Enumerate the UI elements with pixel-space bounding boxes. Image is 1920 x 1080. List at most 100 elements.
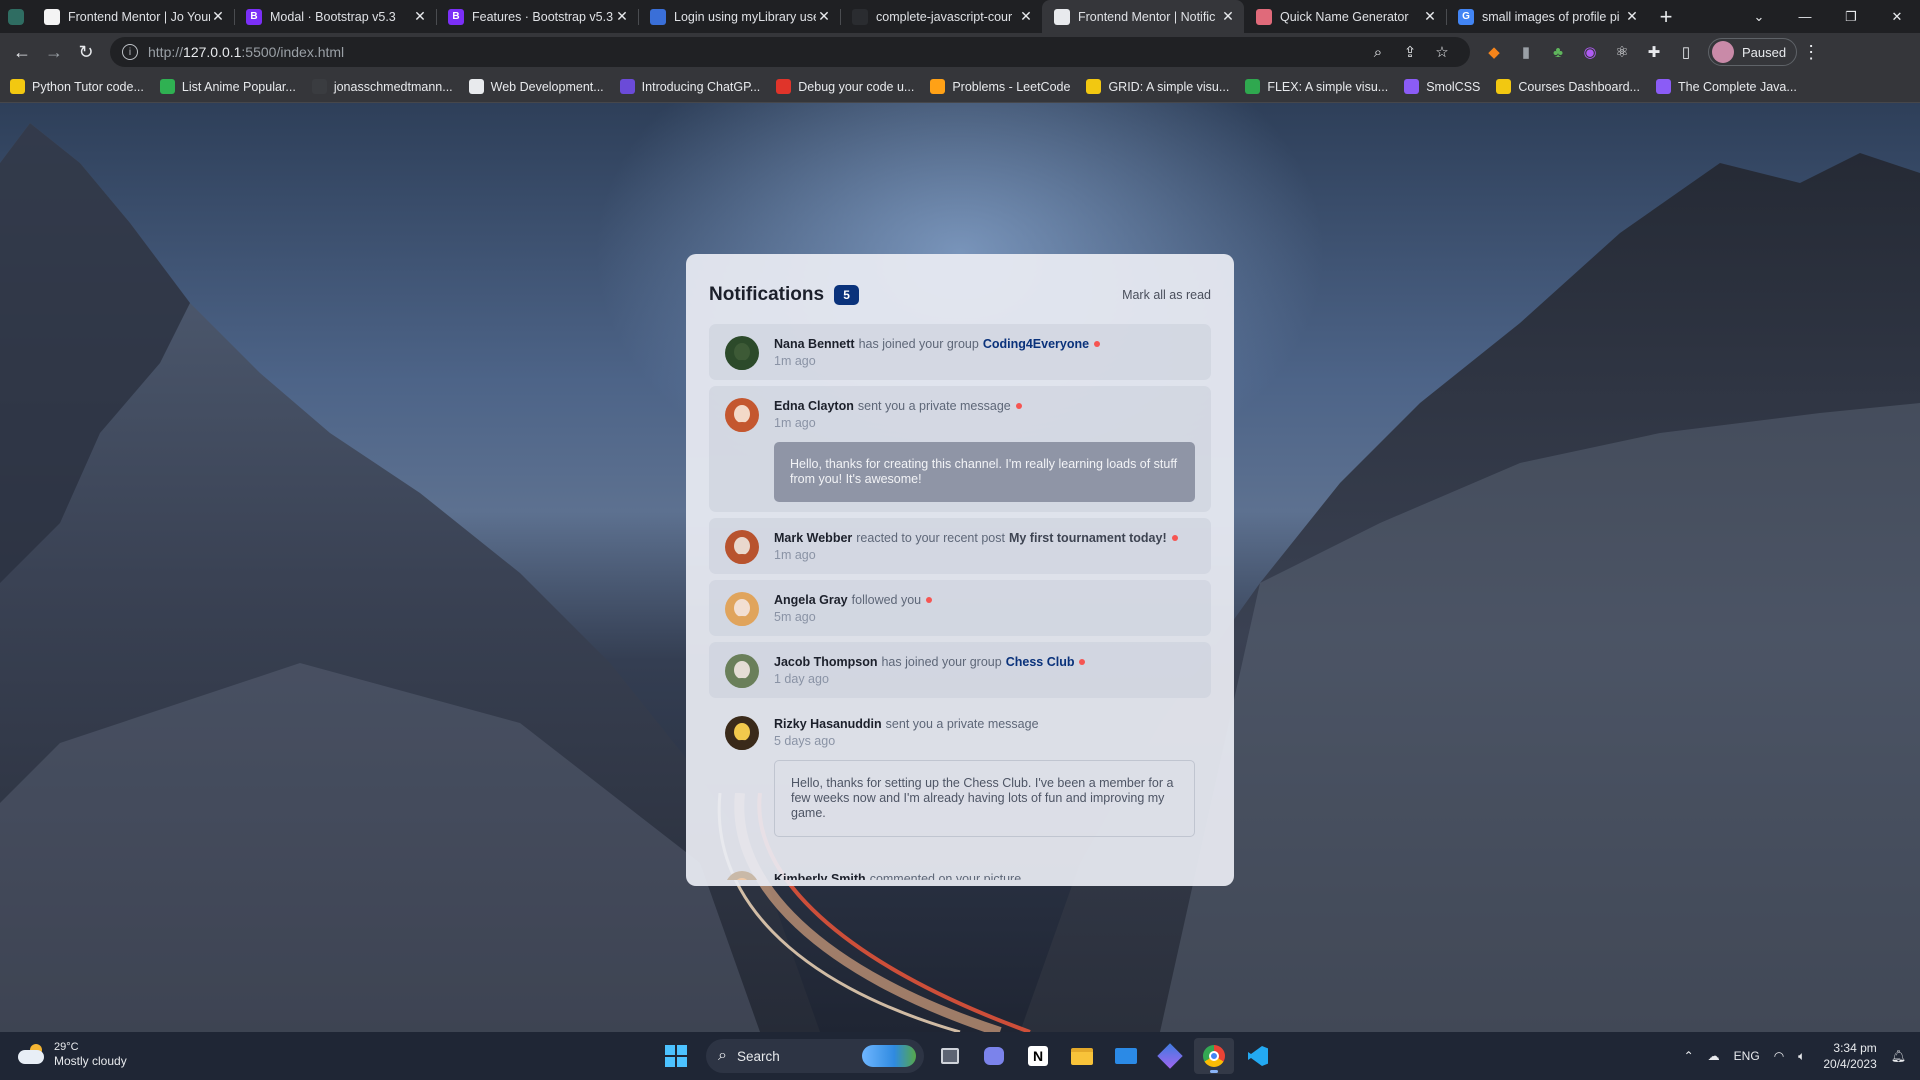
clock[interactable]: 3:34 pm 20/4/2023 bbox=[1823, 1040, 1876, 1072]
tab-close-icon[interactable]: ✕ bbox=[614, 8, 630, 25]
zoom-icon[interactable]: ⌕ bbox=[1362, 44, 1394, 61]
browser-tab[interactable]: Frontend Mentor | Jo Your ✕ bbox=[32, 0, 234, 33]
bookmark-item[interactable]: Problems - LeetCode bbox=[930, 79, 1070, 94]
react-devtools-icon[interactable]: ⚛ bbox=[1606, 37, 1638, 67]
task-view-icon[interactable] bbox=[930, 1038, 970, 1074]
bookmark-item[interactable]: FLEX: A simple visu... bbox=[1245, 79, 1388, 94]
bookmark-item[interactable]: GRID: A simple visu... bbox=[1086, 79, 1229, 94]
new-tab-button[interactable]: + bbox=[1648, 0, 1684, 33]
mark-all-read-button[interactable]: Mark all as read bbox=[1122, 288, 1211, 302]
tab-close-icon[interactable]: ✕ bbox=[1422, 8, 1438, 25]
close-window-button[interactable]: ✕ bbox=[1874, 0, 1920, 33]
volume-icon[interactable]: 🔈︎ bbox=[1798, 1049, 1805, 1064]
site-info-icon[interactable]: i bbox=[122, 44, 138, 60]
bookmark-item[interactable]: Debug your code u... bbox=[776, 79, 914, 94]
tab-list-icon[interactable]: ⌄ bbox=[1736, 0, 1782, 33]
file-explorer-icon[interactable] bbox=[1062, 1038, 1102, 1074]
forward-button[interactable]: → bbox=[38, 37, 70, 67]
language-indicator[interactable]: ENG bbox=[1734, 1049, 1760, 1063]
profile-button[interactable]: Paused bbox=[1708, 38, 1798, 66]
address-bar[interactable]: i http://127.0.0.1:5500/index.html ⌕ ⇪ ☆ bbox=[110, 37, 1470, 67]
notification-post-link[interactable]: My first tournament today! bbox=[1009, 531, 1167, 545]
bookmark-item[interactable]: Courses Dashboard... bbox=[1496, 79, 1640, 94]
bookmark-star-icon[interactable]: ☆ bbox=[1426, 43, 1458, 61]
notion-icon[interactable]: N bbox=[1018, 1038, 1058, 1074]
chrome-taskbar-icon[interactable] bbox=[1194, 1038, 1234, 1074]
browser-tab[interactable]: Gsmall images of profile pi ✕ bbox=[1446, 0, 1648, 33]
notification-user-name[interactable]: Nana Bennett bbox=[774, 337, 855, 351]
browser-menu-icon[interactable]: ⋮ bbox=[1797, 42, 1825, 63]
notification-item[interactable]: Nana Bennett has joined your group Coding4… bbox=[709, 324, 1211, 380]
browser-tab[interactable]: Quick Name Generator ✕ bbox=[1244, 0, 1446, 33]
metamask-extension-icon[interactable]: ◆ bbox=[1478, 37, 1510, 67]
extensions-puzzle-icon[interactable]: ✚ bbox=[1638, 37, 1670, 67]
private-message-preview[interactable]: Hello, thanks for setting up the Chess C… bbox=[774, 760, 1195, 837]
extension-icon[interactable]: ▮ bbox=[1510, 37, 1542, 67]
side-panel-icon[interactable]: ▯ bbox=[1670, 37, 1702, 67]
minimize-button[interactable]: — bbox=[1782, 0, 1828, 33]
notification-group-link[interactable]: Chess Club bbox=[1006, 655, 1075, 669]
notification-group-link[interactable]: Coding4Everyone bbox=[983, 337, 1089, 351]
tab-close-icon[interactable]: ✕ bbox=[1624, 8, 1640, 25]
user-avatar[interactable] bbox=[725, 592, 759, 626]
teams-chat-icon[interactable] bbox=[974, 1038, 1014, 1074]
user-avatar[interactable] bbox=[725, 716, 759, 750]
tab-close-icon[interactable]: ✕ bbox=[1018, 8, 1034, 25]
bookmark-item[interactable]: List Anime Popular... bbox=[159, 79, 296, 94]
power-automate-icon[interactable] bbox=[1150, 1038, 1190, 1074]
notification-bell-icon[interactable]: 🔔︎ bbox=[1891, 1049, 1906, 1063]
notification-time: 1m ago bbox=[774, 548, 816, 562]
notification-item[interactable]: Edna Clayton sent you a private message 1m… bbox=[709, 386, 1211, 512]
tab-close-icon[interactable]: ✕ bbox=[412, 8, 428, 25]
user-avatar[interactable] bbox=[725, 530, 759, 564]
user-avatar[interactable] bbox=[725, 654, 759, 688]
wifi-icon[interactable]: ◠ bbox=[1774, 1049, 1784, 1063]
user-avatar[interactable] bbox=[725, 871, 759, 880]
url-text[interactable]: http://127.0.0.1:5500/index.html bbox=[148, 44, 1362, 60]
notification-item[interactable]: Jacob Thompson has joined your group Chess… bbox=[709, 642, 1211, 698]
mail-icon[interactable] bbox=[1106, 1038, 1146, 1074]
notification-item[interactable]: Mark Webber reacted to your recent post My… bbox=[709, 518, 1211, 574]
notification-item[interactable]: Rizky Hasanuddin sent you a private messa… bbox=[709, 704, 1211, 853]
bookmark-item[interactable]: Web Development... bbox=[468, 79, 604, 94]
bookmark-item[interactable]: jonasschmedtmann... bbox=[311, 79, 453, 94]
browser-tab[interactable]: B Features · Bootstrap v5.3 ✕ bbox=[436, 0, 638, 33]
globe-extension-icon[interactable]: ◉ bbox=[1574, 37, 1606, 67]
back-button[interactable]: ← bbox=[6, 37, 38, 67]
notification-user-name[interactable]: Mark Webber bbox=[774, 531, 852, 545]
private-message-preview[interactable]: Hello, thanks for creating this channel.… bbox=[774, 442, 1195, 502]
bookmark-item[interactable]: Introducing ChatGP... bbox=[619, 79, 760, 94]
notification-user-name[interactable]: Edna Clayton bbox=[774, 399, 854, 413]
vscode-icon[interactable] bbox=[1238, 1038, 1278, 1074]
browser-tab[interactable]: Login using myLibrary use ✕ bbox=[638, 0, 840, 33]
bookmark-item[interactable]: Python Tutor code... bbox=[10, 79, 144, 94]
notification-user-name[interactable]: Angela Gray bbox=[774, 593, 848, 607]
onedrive-icon[interactable]: ☁ bbox=[1708, 1049, 1720, 1063]
user-avatar[interactable] bbox=[725, 336, 759, 370]
bookmark-item[interactable]: The Complete Java... bbox=[1655, 79, 1797, 94]
show-hidden-icons-icon[interactable]: ⌃ bbox=[1684, 1049, 1694, 1063]
notification-user-name[interactable]: Jacob Thompson bbox=[774, 655, 877, 669]
browser-tab[interactable]: complete-javascript-cour ✕ bbox=[840, 0, 1042, 33]
tab-close-icon[interactable]: ✕ bbox=[1220, 8, 1236, 25]
tab-close-icon[interactable]: ✕ bbox=[210, 8, 226, 25]
share-icon[interactable]: ⇪ bbox=[1394, 43, 1426, 61]
notification-time: 1m ago bbox=[774, 416, 816, 430]
url-path: :5500/index.html bbox=[241, 44, 345, 60]
notification-item[interactable]: Angela Gray followed you 5m ago bbox=[709, 580, 1211, 636]
browser-tab[interactable]: Frontend Mentor | Notific ✕ bbox=[1042, 0, 1244, 33]
tab-search-button[interactable] bbox=[0, 0, 32, 33]
browser-tab[interactable]: B Modal · Bootstrap v5.3 ✕ bbox=[234, 0, 436, 33]
notification-user-name[interactable]: Rizky Hasanuddin bbox=[774, 717, 882, 731]
tab-close-icon[interactable]: ✕ bbox=[816, 8, 832, 25]
notification-item[interactable]: Kimberly Smith commented on your picture bbox=[709, 859, 1211, 880]
notification-user-name[interactable]: Kimberly Smith bbox=[774, 872, 866, 880]
start-button[interactable] bbox=[656, 1038, 696, 1074]
restore-button[interactable]: ❐ bbox=[1828, 0, 1874, 33]
user-avatar[interactable] bbox=[725, 398, 759, 432]
reload-button[interactable]: ↻ bbox=[70, 37, 102, 67]
taskbar-search[interactable]: ⌕ Search bbox=[706, 1039, 924, 1073]
bookmark-item[interactable]: SmolCSS bbox=[1404, 79, 1480, 94]
tree-extension-icon[interactable]: ♣ bbox=[1542, 37, 1574, 67]
weather-widget[interactable]: 29°C Mostly cloudy bbox=[18, 1040, 127, 1068]
